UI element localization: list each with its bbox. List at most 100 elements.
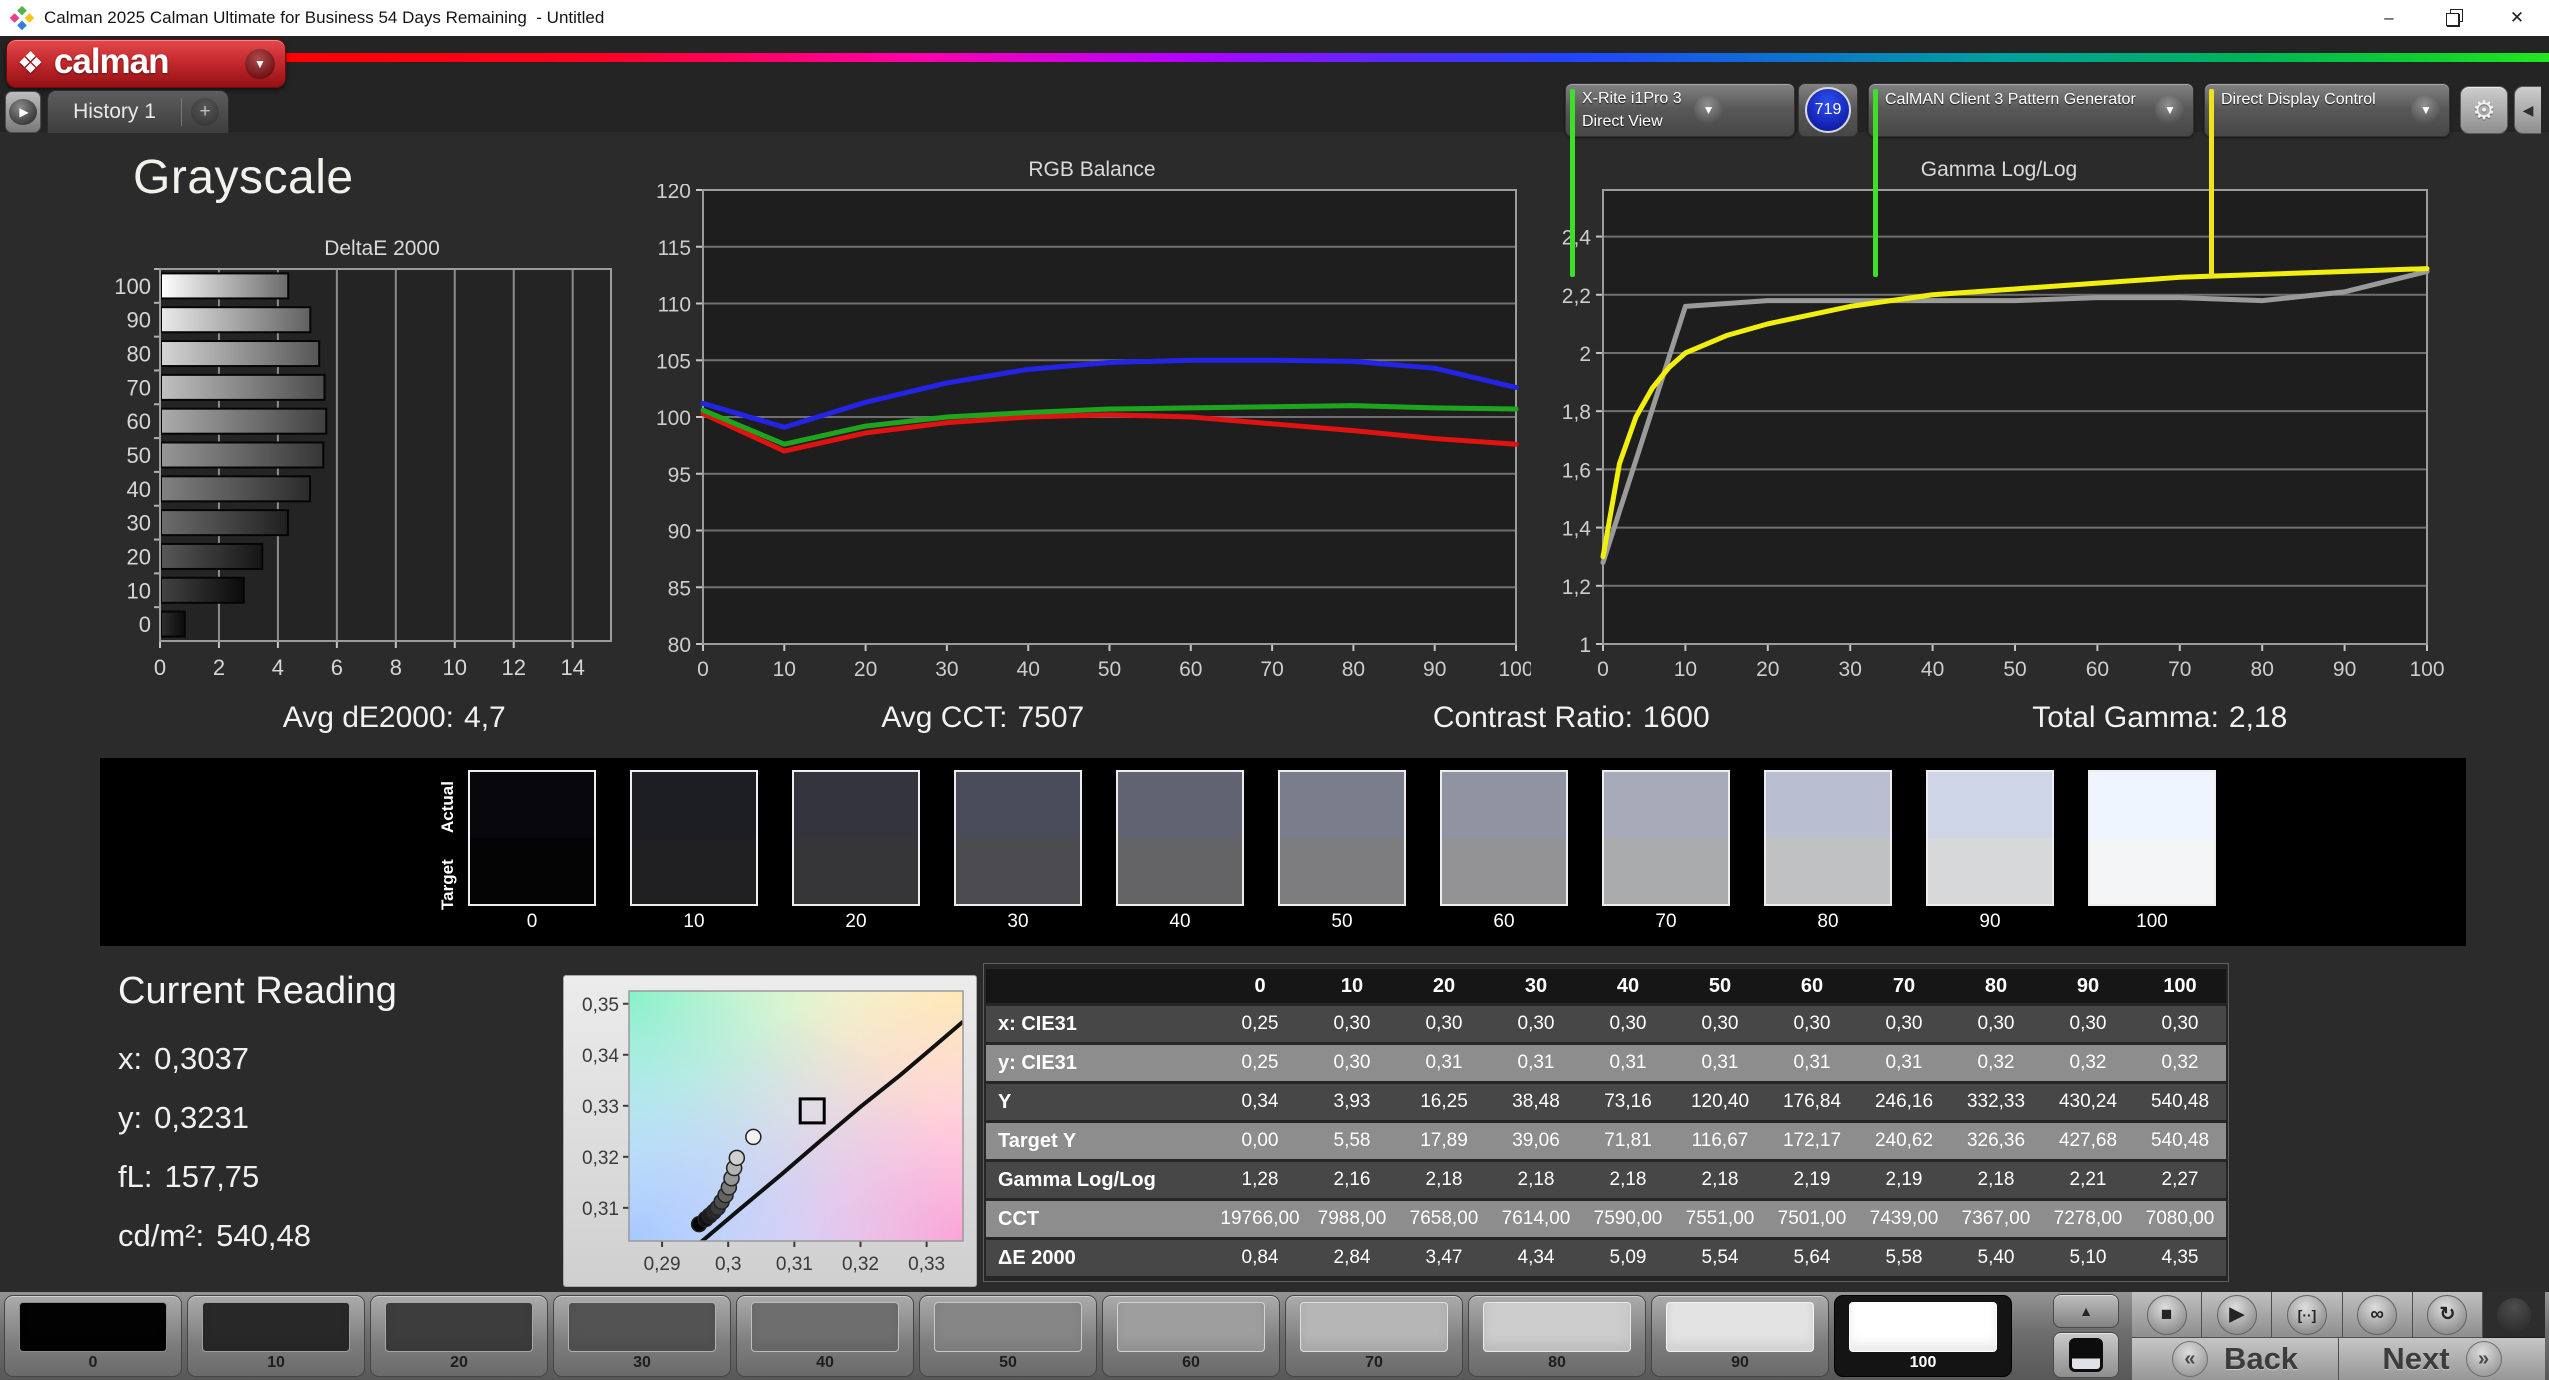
current-reading-title: Current Reading xyxy=(118,970,397,1012)
table-cell: 3,47 xyxy=(1398,1240,1490,1276)
table-column-header: 80 xyxy=(1950,969,2042,1003)
meter-dropdown[interactable]: X-Rite i1Pro 3 Direct View ▼ xyxy=(1565,83,1795,277)
pattern-level-button-50[interactable]: 50 xyxy=(919,1295,1097,1377)
table-cell: 17,89 xyxy=(1398,1123,1490,1159)
pattern-swatch xyxy=(568,1302,716,1352)
table-row-label: Y xyxy=(986,1084,1214,1120)
pattern-level-button-90[interactable]: 90 xyxy=(1651,1295,1829,1377)
pattern-level-button-40[interactable]: 40 xyxy=(736,1295,914,1377)
reading-cdm2: cd/m²: 540,48 xyxy=(118,1218,311,1253)
tab-history-1[interactable]: History 1 + xyxy=(47,90,229,133)
svg-text:1,2: 1,2 xyxy=(1562,576,1591,599)
reading-fl: fL: 157,75 xyxy=(118,1159,260,1194)
table-cell: 116,67 xyxy=(1674,1123,1766,1159)
svg-text:90: 90 xyxy=(2333,658,2356,681)
tab-nav-button[interactable]: ▶ xyxy=(5,91,41,133)
loop-button[interactable]: ∞ xyxy=(2342,1292,2413,1338)
pattern-swatch xyxy=(751,1302,899,1352)
cie-chart: 0,35 0,34 0,33 0,32 0,31 0,29 0,3 0,31 0,32 0,33 xyxy=(563,975,977,1287)
table-cell: 176,84 xyxy=(1766,1084,1858,1120)
table-row: x: CIE31 0,25 0,30 0,30 0,30 0,30 0,30 0,30 0,30… xyxy=(986,1006,2226,1042)
svg-text:0: 0 xyxy=(139,612,151,637)
svg-text:2,4: 2,4 xyxy=(1562,227,1592,250)
table-cell: 0,31 xyxy=(1582,1045,1674,1081)
svg-text:60: 60 xyxy=(127,409,151,434)
rainbow-strip xyxy=(272,53,2549,62)
source-name: CalMAN Client 3 Pattern Generator xyxy=(1885,91,2136,108)
table-column-header: 40 xyxy=(1582,969,1674,1003)
table-cell: 2,84 xyxy=(1306,1240,1398,1276)
meter-badge-panel[interactable]: 719 xyxy=(1798,83,1858,137)
svg-text:50: 50 xyxy=(2003,658,2026,681)
range-button[interactable]: [··] xyxy=(2272,1292,2343,1338)
table-column-header: 30 xyxy=(1490,969,1582,1003)
stop-button[interactable]: ■ xyxy=(2132,1292,2203,1338)
table-cell: 0,31 xyxy=(1766,1045,1858,1081)
pattern-level-button-60[interactable]: 60 xyxy=(1102,1295,1280,1377)
pattern-swatch xyxy=(1666,1302,1814,1352)
pattern-controls-column: ▲ xyxy=(2053,1294,2119,1378)
source-dropdown[interactable]: CalMAN Client 3 Pattern Generator ▼ xyxy=(1868,83,2194,277)
table-cell: 0,84 xyxy=(1214,1240,1306,1276)
table-column-header: 70 xyxy=(1858,969,1950,1003)
next-button[interactable]: Next » xyxy=(2339,1338,2545,1380)
display-dropdown[interactable]: Direct Display Control ▼ xyxy=(2204,83,2450,277)
svg-text:30: 30 xyxy=(127,511,151,536)
pattern-up-button[interactable]: ▲ xyxy=(2053,1294,2119,1328)
play-button[interactable]: ▶ xyxy=(2202,1292,2273,1338)
calman-menu-caret: ▼ xyxy=(245,48,275,79)
restore-button[interactable] xyxy=(2421,0,2485,36)
gamma-chart: Gamma Log/Log 2,4 2,2 2 1,8 1,6 1,4 1,2 1 0 10 20 3… xyxy=(1553,156,2445,686)
calman-menu-button[interactable]: ❖ calman ▼ xyxy=(6,39,286,88)
rgb-balance-chart: RGB Balance 120 115 110 105 100 95 90 85 80 0 10 20… xyxy=(653,156,1531,686)
minimize-button[interactable]: – xyxy=(2357,0,2421,36)
pattern-level-button-70[interactable]: 70 xyxy=(1285,1295,1463,1377)
grayscale-swatch-20: 20 xyxy=(792,770,920,933)
refresh-icon: ↻ xyxy=(2439,1304,2456,1325)
swatch-level-label: 10 xyxy=(683,911,705,932)
meter-badge: 719 xyxy=(1805,87,1851,133)
deltae-bar-60 xyxy=(160,407,328,435)
grayscale-swatch-50: 50 xyxy=(1278,770,1406,933)
close-button[interactable]: ✕ xyxy=(2485,0,2549,36)
device-toolbar: X-Rite i1Pro 3 Direct View ▼ 719 CalMAN … xyxy=(1565,83,2541,277)
deltae-bar-10 xyxy=(160,576,245,604)
table-cell: 19766,00 xyxy=(1214,1201,1306,1237)
svg-text:80: 80 xyxy=(668,634,691,657)
pattern-level-button-80[interactable]: 80 xyxy=(1468,1295,1646,1377)
swatch-actual xyxy=(470,772,594,838)
collapse-panel-button[interactable]: ◀ xyxy=(2514,86,2541,134)
rgb_balance-svg: 120 115 110 105 100 95 90 85 80 0 10 20 30 40 50 60 70 80… xyxy=(656,184,1531,681)
add-tab-button[interactable]: + xyxy=(182,98,228,126)
tab-label: History 1 xyxy=(73,100,156,123)
pattern-level-label: 100 xyxy=(1909,1354,1937,1371)
pattern-level-button-0[interactable]: 0 xyxy=(4,1295,182,1377)
table-row: Y 0,34 3,93 16,25 38,48 73,16 120,40 176,84 246,… xyxy=(986,1084,2226,1120)
back-button[interactable]: « Back xyxy=(2132,1338,2339,1380)
grayscale-swatch-30: 30 xyxy=(954,770,1082,933)
pattern-level-button-10[interactable]: 10 xyxy=(187,1295,365,1377)
deltae-svg: 0 2 4 6 8 10 12 141009080706050403020100 xyxy=(114,268,612,680)
table-cell: 0,31 xyxy=(1674,1045,1766,1081)
grayscale-swatch-100: 100 xyxy=(2088,770,2216,933)
table-cell: 2,27 xyxy=(2134,1162,2226,1198)
deltae-bar-100 xyxy=(160,272,290,300)
pattern-level-button-100[interactable]: 100 xyxy=(1834,1295,2012,1377)
pattern-level-button-20[interactable]: 20 xyxy=(370,1295,548,1377)
table-column-header: 60 xyxy=(1766,969,1858,1003)
swatch-actual xyxy=(956,772,1080,838)
pattern-level-button-30[interactable]: 30 xyxy=(553,1295,731,1377)
window-size-button[interactable] xyxy=(2053,1332,2119,1378)
svg-text:1,8: 1,8 xyxy=(1562,401,1591,424)
swatch-target xyxy=(1442,838,1566,904)
svg-text:70: 70 xyxy=(2168,658,2191,681)
refresh-button[interactable]: ↻ xyxy=(2412,1292,2484,1338)
settings-button[interactable]: ⚙ xyxy=(2460,86,2508,134)
grayscale-swatch-strip: Actual Target 0 10 20 30 40 50 60 70 80 90 100 xyxy=(100,758,2466,946)
table-cell: 430,24 xyxy=(2042,1084,2134,1120)
svg-text:115: 115 xyxy=(658,237,691,260)
target-row-label: Target xyxy=(438,859,457,911)
swatch-actual xyxy=(1442,772,1566,838)
svg-text:12: 12 xyxy=(501,655,525,680)
transport-row: ■ ▶ [··] ∞ ↻ xyxy=(2132,1292,2546,1338)
